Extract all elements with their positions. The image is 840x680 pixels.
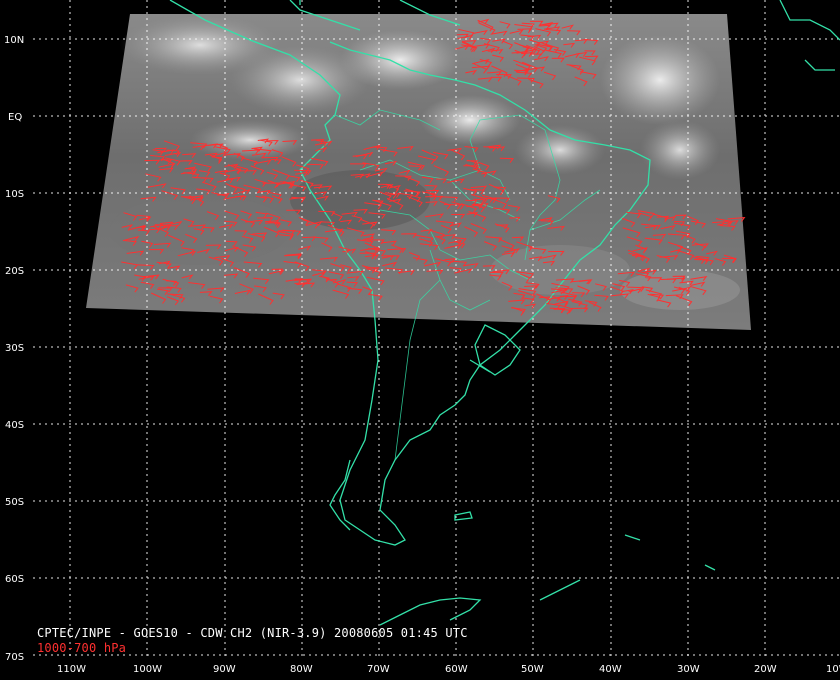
lon-label: 70W xyxy=(367,664,390,675)
lat-label: 10S xyxy=(5,189,24,200)
lat-label: 40S xyxy=(5,420,24,431)
lon-label: 50W xyxy=(521,664,544,675)
satellite-map: 10N EQ 10S 20S 30S 40S 50S 60S 70S 110W … xyxy=(4,0,840,675)
pressure-level-caption: 1000-700 hPa xyxy=(37,641,127,655)
lon-label: 30W xyxy=(677,664,700,675)
product-caption: CPTEC/INPE - GOES10 - CDW CH2 (NIR-3.9) … xyxy=(37,626,468,640)
lon-label: 100W xyxy=(133,664,162,675)
lon-label: 40W xyxy=(599,664,622,675)
lon-label: 20W xyxy=(754,664,777,675)
lat-label: 10N xyxy=(4,35,24,46)
lat-label: 60S xyxy=(5,574,24,585)
lon-label: 110W xyxy=(57,664,86,675)
lon-label: 90W xyxy=(213,664,236,675)
lon-label: 60W xyxy=(445,664,468,675)
lat-label: 30S xyxy=(5,343,24,354)
lon-label: 10W xyxy=(826,664,840,675)
longitude-labels: 110W 100W 90W 80W 70W 60W 50W 40W 30W 20… xyxy=(57,664,840,675)
lat-label: EQ xyxy=(8,112,22,123)
lat-label: 70S xyxy=(5,652,24,663)
latitude-labels: 10N EQ 10S 20S 30S 40S 50S 60S 70S xyxy=(4,35,24,663)
satellite-image-swath xyxy=(86,14,751,330)
lat-label: 50S xyxy=(5,497,24,508)
lon-label: 80W xyxy=(290,664,313,675)
lat-label: 20S xyxy=(5,266,24,277)
